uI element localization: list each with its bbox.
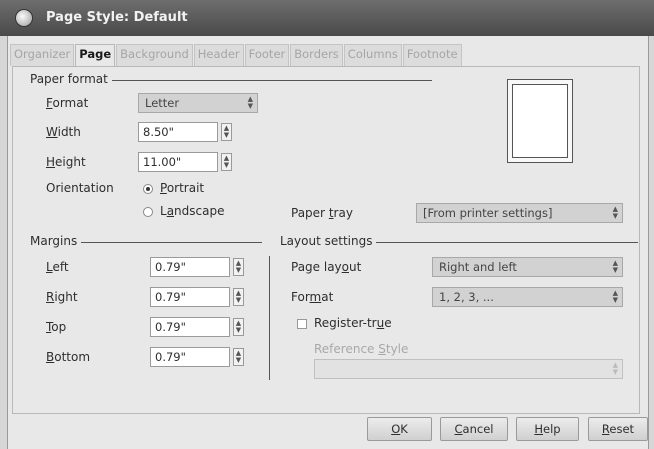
top-margin-field[interactable]: 0.79" xyxy=(150,317,230,337)
bottom-margin-label: Bottom xyxy=(46,350,91,364)
right-margin-label: Right xyxy=(46,290,78,304)
tab-borders[interactable]: Borders xyxy=(290,44,343,66)
left-spin-arrows-icon[interactable]: ▲ ▼ xyxy=(233,258,244,276)
vertical-separator xyxy=(269,256,270,380)
landscape-radio[interactable] xyxy=(143,207,153,217)
orientation-label: Orientation xyxy=(46,181,114,195)
right-margin-field[interactable]: 0.79" xyxy=(150,287,230,307)
numbering-format-value: 1, 2, 3, ... xyxy=(439,290,494,304)
paper-tray-value: [From printer settings] xyxy=(423,206,553,220)
ok-button[interactable]: OK xyxy=(367,417,432,441)
right-spin-arrows-icon[interactable]: ▲ ▼ xyxy=(233,288,244,306)
height-field[interactable]: 11.00" xyxy=(138,152,218,172)
page-layout-label: Page layout xyxy=(291,260,362,274)
paper-format-heading: Paper format xyxy=(30,72,112,86)
window-title: Page Style: Default xyxy=(46,10,188,25)
bottom-spin-arrows-icon[interactable]: ▲ ▼ xyxy=(233,348,244,366)
paper-tray-select[interactable]: [From printer settings] ▲ ▼ xyxy=(416,203,623,223)
height-label: Height xyxy=(46,155,86,169)
reference-style-select[interactable]: ▲ ▼ xyxy=(314,359,623,379)
format-select[interactable]: Letter ▲ ▼ xyxy=(138,93,258,113)
top-margin-label: Top xyxy=(46,320,67,334)
height-spin-arrows-icon[interactable]: ▲ ▼ xyxy=(221,153,232,171)
format-value: Letter xyxy=(145,96,180,110)
layout-settings-heading: Layout settings xyxy=(280,234,377,248)
page-preview xyxy=(507,79,573,163)
bottom-margin-field[interactable]: 0.79" xyxy=(150,347,230,367)
left-margin-field[interactable]: 0.79" xyxy=(150,257,230,277)
combo-arrows-icon: ▲ ▼ xyxy=(612,361,618,376)
combo-arrows-icon: ▲ ▼ xyxy=(612,289,618,304)
tab-page[interactable]: Page xyxy=(75,44,116,66)
numbering-format-select[interactable]: 1, 2, 3, ... ▲ ▼ xyxy=(432,287,623,307)
help-button[interactable]: Help xyxy=(516,417,579,441)
margins-heading: Margins xyxy=(30,234,82,248)
app-icon xyxy=(16,10,32,26)
format-label: Format xyxy=(46,96,89,110)
portrait-label[interactable]: Portrait xyxy=(160,181,204,195)
tab-columns[interactable]: Columns xyxy=(343,44,402,66)
combo-arrows-icon: ▲ ▼ xyxy=(612,205,618,220)
tab-header[interactable]: Header xyxy=(193,44,244,66)
tab-organizer[interactable]: Organizer xyxy=(10,44,75,66)
combo-arrows-icon: ▲ ▼ xyxy=(247,95,253,110)
width-field[interactable]: 8.50" xyxy=(138,122,218,142)
reset-button[interactable]: Reset xyxy=(588,417,648,441)
tab-bar: Organizer Page Background Header Footer … xyxy=(10,44,463,66)
page-layout-value: Right and left xyxy=(439,260,517,274)
register-true-checkbox[interactable] xyxy=(297,319,307,329)
reference-style-label: Reference Style xyxy=(314,342,409,356)
title-bar: Page Style: Default xyxy=(0,0,654,36)
tab-footnote[interactable]: Footnote xyxy=(402,44,462,66)
landscape-label[interactable]: Landscape xyxy=(160,204,224,218)
width-spin-arrows-icon[interactable]: ▲ ▼ xyxy=(221,123,232,141)
cancel-button[interactable]: Cancel xyxy=(440,417,508,441)
combo-arrows-icon: ▲ ▼ xyxy=(612,259,618,274)
page-layout-select[interactable]: Right and left ▲ ▼ xyxy=(432,257,623,277)
width-label: Width xyxy=(46,125,81,139)
top-spin-arrows-icon[interactable]: ▲ ▼ xyxy=(233,318,244,336)
register-true-label[interactable]: Register-true xyxy=(314,316,392,330)
portrait-radio[interactable] xyxy=(143,184,153,194)
left-margin-label: Left xyxy=(46,260,69,274)
numbering-format-label: Format xyxy=(291,290,334,304)
page-preview-sheet xyxy=(512,84,568,158)
tab-footer[interactable]: Footer xyxy=(244,44,290,66)
tab-background[interactable]: Background xyxy=(116,44,193,66)
paper-tray-label: Paper tray xyxy=(291,206,353,220)
